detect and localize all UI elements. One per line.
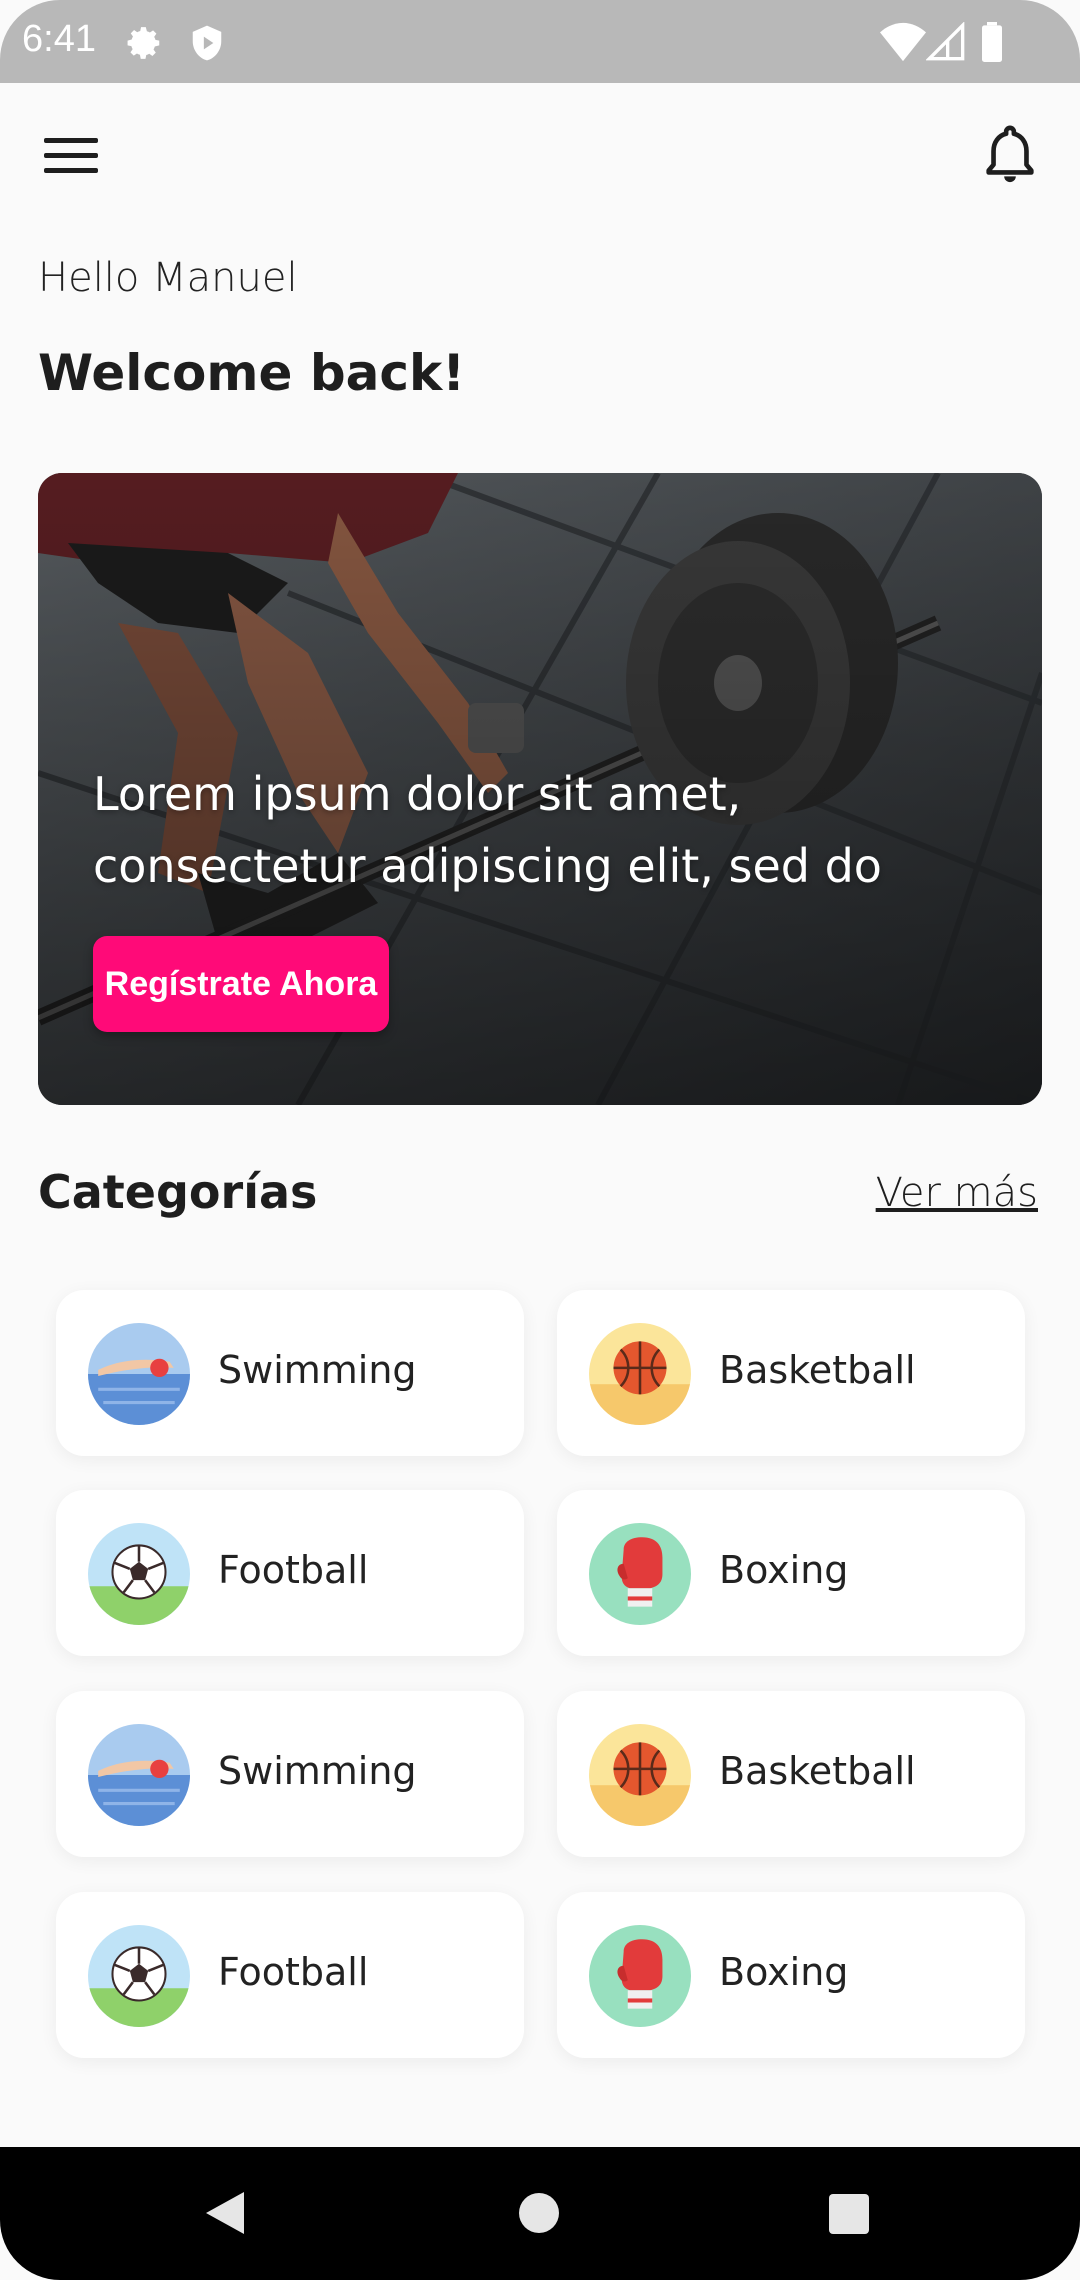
hamburger-menu-icon[interactable] xyxy=(44,136,98,176)
shield-play-icon xyxy=(192,25,222,61)
welcome-heading: Welcome back! xyxy=(38,344,466,402)
category-label: Boxing xyxy=(719,1548,849,1592)
system-navigation-bar xyxy=(0,2147,1080,2280)
category-label: Football xyxy=(218,1548,369,1592)
category-card-swimming[interactable]: Swimming xyxy=(56,1691,524,1857)
category-label: Basketball xyxy=(719,1348,916,1392)
category-card-swimming[interactable]: Swimming xyxy=(56,1290,524,1456)
status-bar: 6:41 xyxy=(0,0,1080,83)
back-triangle-icon[interactable] xyxy=(204,2190,246,2236)
categories-title: Categorías xyxy=(38,1165,318,1219)
football-icon xyxy=(88,1925,190,2027)
category-label: Basketball xyxy=(719,1749,916,1793)
category-card-basketball[interactable]: Basketball xyxy=(557,1691,1025,1857)
basketball-icon xyxy=(589,1323,691,1425)
wifi-icon xyxy=(880,22,926,62)
category-label: Boxing xyxy=(719,1950,849,1994)
greeting-text: Hello Manuel xyxy=(38,255,298,301)
category-card-football[interactable]: Football xyxy=(56,1490,524,1656)
swimming-icon xyxy=(88,1323,190,1425)
boxing-glove-icon xyxy=(589,1925,691,2027)
category-card-boxing[interactable]: Boxing xyxy=(557,1892,1025,2058)
category-label: Swimming xyxy=(218,1749,417,1793)
category-card-boxing[interactable]: Boxing xyxy=(557,1490,1025,1656)
swimming-icon xyxy=(88,1724,190,1826)
settings-gear-icon xyxy=(127,27,160,59)
hero-banner[interactable]: Lorem ipsum dolor sit amet, consectetur … xyxy=(38,473,1042,1105)
battery-icon xyxy=(982,22,1002,62)
category-label: Swimming xyxy=(218,1348,417,1392)
football-icon xyxy=(88,1523,190,1625)
recent-apps-square-icon[interactable] xyxy=(829,2194,869,2234)
hero-text: Lorem ipsum dolor sit amet, consectetur … xyxy=(93,767,882,893)
basketball-icon xyxy=(589,1724,691,1826)
status-time: 6:41 xyxy=(22,18,96,60)
signal-icon xyxy=(926,22,965,61)
category-card-football[interactable]: Football xyxy=(56,1892,524,2058)
home-circle-icon[interactable] xyxy=(519,2193,559,2233)
see-more-link[interactable]: Ver más xyxy=(876,1170,1038,1216)
register-now-button[interactable]: Regístrate Ahora xyxy=(93,936,389,1032)
notification-bell-icon[interactable] xyxy=(982,124,1038,186)
category-label: Football xyxy=(218,1950,369,1994)
category-card-basketball[interactable]: Basketball xyxy=(557,1290,1025,1456)
boxing-glove-icon xyxy=(589,1523,691,1625)
